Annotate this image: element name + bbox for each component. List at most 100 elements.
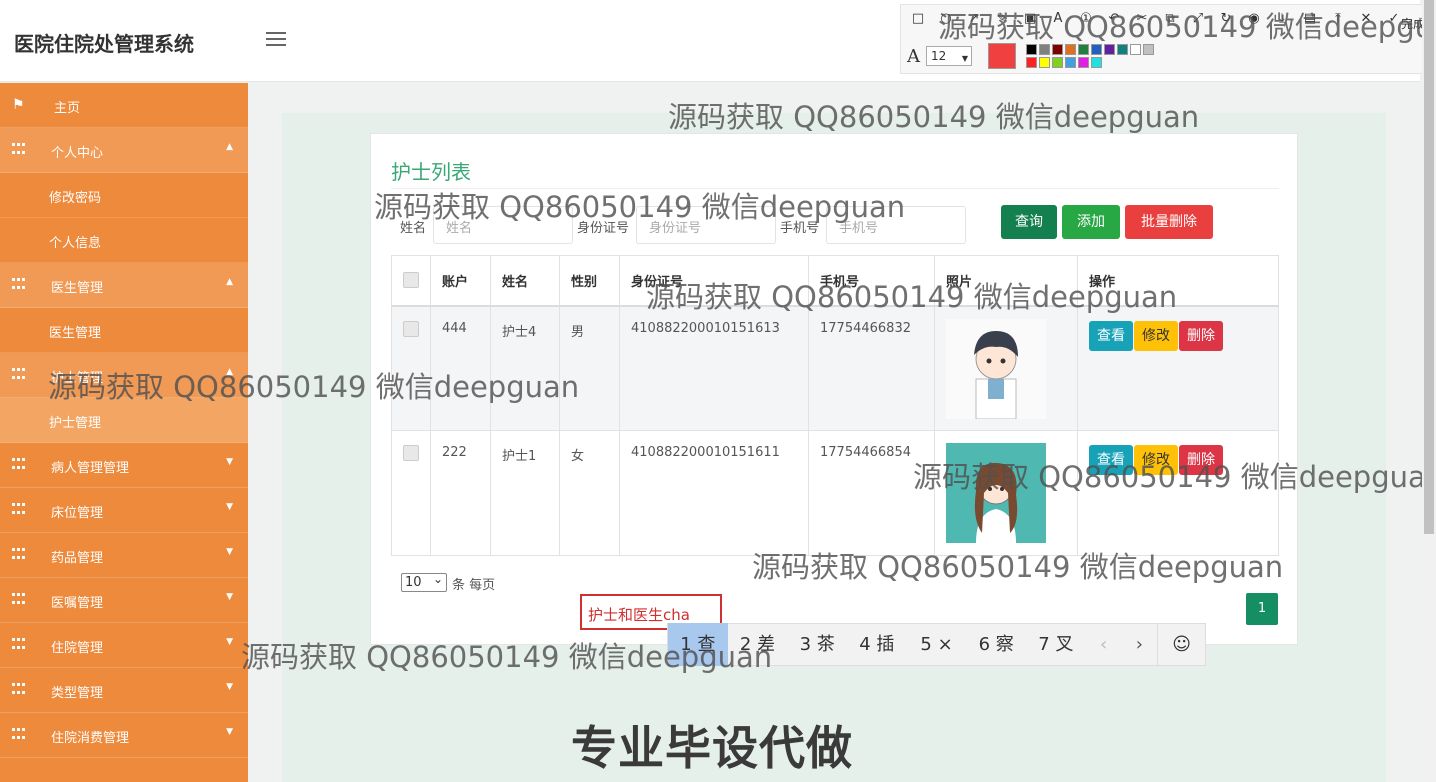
- chevron-up-icon: ▲: [226, 142, 233, 152]
- nurse-photo: [946, 443, 1046, 543]
- menu-toggle-icon[interactable]: [266, 32, 286, 48]
- sidebar-item-personal-center[interactable]: 个人中心 ▲: [0, 128, 248, 173]
- query-button[interactable]: 查询: [1001, 205, 1057, 239]
- row-checkbox[interactable]: [403, 445, 419, 461]
- sidebar-item-drug-mgmt[interactable]: 药品管理 ▼: [0, 533, 248, 578]
- color-swatch[interactable]: [1143, 44, 1154, 55]
- phone-filter-input[interactable]: 手机号: [826, 206, 966, 244]
- page-size-select[interactable]: 10: [401, 571, 447, 592]
- annotation-tool-icon[interactable]: ①: [1077, 11, 1095, 26]
- select-all-checkbox[interactable]: [403, 272, 419, 289]
- annotation-tool-icon[interactable]: ✎: [993, 11, 1011, 26]
- emoji-icon[interactable]: ☺: [1157, 623, 1205, 666]
- nurse-photo: [946, 318, 1046, 419]
- color-swatch[interactable]: [1039, 44, 1050, 55]
- annotation-tool-icon[interactable]: A: [1049, 11, 1067, 26]
- cell-account: 222: [430, 430, 491, 556]
- chevron-down-icon: ▼: [226, 547, 233, 557]
- column-header: 手机号: [808, 255, 935, 307]
- delete-button[interactable]: 删除: [1179, 445, 1223, 475]
- sidebar-item-label: 病人管理管理: [51, 461, 130, 476]
- chevron-right-icon[interactable]: ›: [1122, 634, 1158, 655]
- sidebar-item-label: 医嘱管理: [51, 596, 104, 611]
- sidebar-item-nurse-mgmt[interactable]: 护士管理 ▲: [0, 353, 248, 398]
- view-button[interactable]: 查看: [1089, 445, 1133, 475]
- scrollbar-thumb[interactable]: [1424, 0, 1434, 534]
- color-swatch[interactable]: [1078, 57, 1089, 68]
- color-swatch[interactable]: [1026, 57, 1037, 68]
- color-swatch[interactable]: [1117, 44, 1128, 55]
- sidebar-subitem-change-password[interactable]: 修改密码: [0, 173, 248, 218]
- ime-candidate[interactable]: 4 插: [847, 623, 907, 666]
- page-number-button[interactable]: 1: [1246, 593, 1278, 625]
- annotation-tool-icon[interactable]: ▤: [1301, 11, 1319, 26]
- sidebar-item-order-mgmt[interactable]: 医嘱管理 ▼: [0, 578, 248, 623]
- flag-icon: ⚑: [12, 97, 25, 113]
- row-checkbox[interactable]: [403, 320, 419, 337]
- batch-delete-button[interactable]: 批量删除: [1125, 205, 1213, 239]
- cell-gender: 女: [559, 430, 620, 556]
- color-swatch[interactable]: [1091, 57, 1102, 68]
- color-swatch[interactable]: [1078, 44, 1089, 55]
- annotation-tool-icon[interactable]: ▣: [1021, 11, 1039, 26]
- chevron-down-icon: ▼: [226, 457, 233, 467]
- annotation-tool-icon[interactable]: ↶: [1105, 11, 1123, 26]
- chevron-down-icon: ▼: [226, 502, 233, 512]
- annotation-tool-icon[interactable]: ↻: [1217, 11, 1235, 26]
- ime-candidate[interactable]: 7 叉: [1026, 623, 1086, 666]
- edit-button[interactable]: 修改: [1134, 320, 1178, 351]
- annotation-tool-icon[interactable]: ⤓: [1273, 11, 1291, 26]
- sidebar-item-home[interactable]: ⚑ 主页: [0, 83, 248, 128]
- annotation-tool-icon[interactable]: ↗: [965, 11, 983, 26]
- page-scrollbar[interactable]: [1422, 0, 1436, 782]
- annotation-tools: □ ○ ↗ ✎ ▣ A ① ↶ ✂ ⧉ ⤢ ↻ ◉ ⤓ ▤ ⤒ ✕ ✓: [909, 11, 1403, 26]
- page-title: 护士列表: [391, 160, 471, 184]
- sidebar-item-patient-mgmt[interactable]: 病人管理管理 ▼: [0, 443, 248, 488]
- annotation-tool-icon[interactable]: ⤢: [1189, 11, 1207, 26]
- add-button[interactable]: 添加: [1062, 205, 1120, 239]
- color-palette: [1026, 44, 1154, 68]
- sidebar-item-expense-mgmt[interactable]: 住院消费管理 ▼: [0, 713, 248, 758]
- color-swatch[interactable]: [1104, 44, 1115, 55]
- color-swatch[interactable]: [1039, 57, 1050, 68]
- color-swatch[interactable]: [1026, 44, 1037, 55]
- font-size-select[interactable]: 12: [926, 46, 972, 68]
- view-button[interactable]: 查看: [1089, 320, 1133, 351]
- ime-candidate[interactable]: 1 查: [668, 623, 728, 666]
- sidebar-subitem-personal-info[interactable]: 个人信息: [0, 218, 248, 263]
- ime-candidate[interactable]: 5 ×: [907, 623, 967, 666]
- sidebar-subitem-nurse-mgmt[interactable]: 护士管理: [0, 398, 248, 443]
- edit-button[interactable]: 修改: [1134, 445, 1178, 475]
- annotation-tool-icon[interactable]: □: [909, 11, 927, 26]
- annotation-tool-icon[interactable]: ⤒: [1329, 11, 1347, 26]
- sidebar-item-inpatient-mgmt[interactable]: 住院管理 ▼: [0, 623, 248, 668]
- color-swatch[interactable]: [1065, 57, 1076, 68]
- sidebar-item-label: 护士管理: [51, 371, 104, 386]
- color-swatch[interactable]: [1052, 57, 1063, 68]
- color-swatch[interactable]: [1091, 44, 1102, 55]
- name-filter-input[interactable]: 姓名: [433, 206, 573, 244]
- annotation-tool-icon[interactable]: ◉: [1245, 11, 1263, 26]
- delete-button[interactable]: 删除: [1179, 320, 1223, 351]
- sidebar-item-bed-mgmt[interactable]: 床位管理 ▼: [0, 488, 248, 533]
- annotation-tool-icon[interactable]: ○: [937, 11, 955, 26]
- color-swatch[interactable]: [1065, 44, 1076, 55]
- ime-candidate[interactable]: 6 察: [966, 623, 1026, 666]
- sidebar-item-doctor-mgmt[interactable]: 医生管理 ▲: [0, 263, 248, 308]
- sidebar-subitem-doctor-mgmt[interactable]: 医生管理: [0, 308, 248, 353]
- chevron-left-icon[interactable]: ‹: [1086, 634, 1122, 655]
- sidebar-item-type-mgmt[interactable]: 类型管理 ▼: [0, 668, 248, 713]
- annotation-tool-icon[interactable]: ✂: [1133, 11, 1151, 26]
- cell-phone: 17754466832: [808, 305, 935, 431]
- color-swatch[interactable]: [1130, 44, 1141, 55]
- ime-candidate[interactable]: 3 茶: [787, 623, 847, 666]
- sidebar-item-label: 住院管理: [51, 641, 104, 656]
- chevron-up-icon: ▲: [226, 277, 233, 287]
- ime-candidate[interactable]: 2 差: [728, 623, 788, 666]
- cell-name: 护士4: [490, 305, 560, 431]
- color-swatch[interactable]: [1052, 44, 1063, 55]
- current-color-swatch[interactable]: [988, 43, 1016, 69]
- annotation-tool-icon[interactable]: ✕: [1357, 11, 1375, 26]
- annotation-tool-icon[interactable]: ⧉: [1161, 11, 1179, 26]
- id-filter-input[interactable]: 身份证号: [636, 206, 776, 244]
